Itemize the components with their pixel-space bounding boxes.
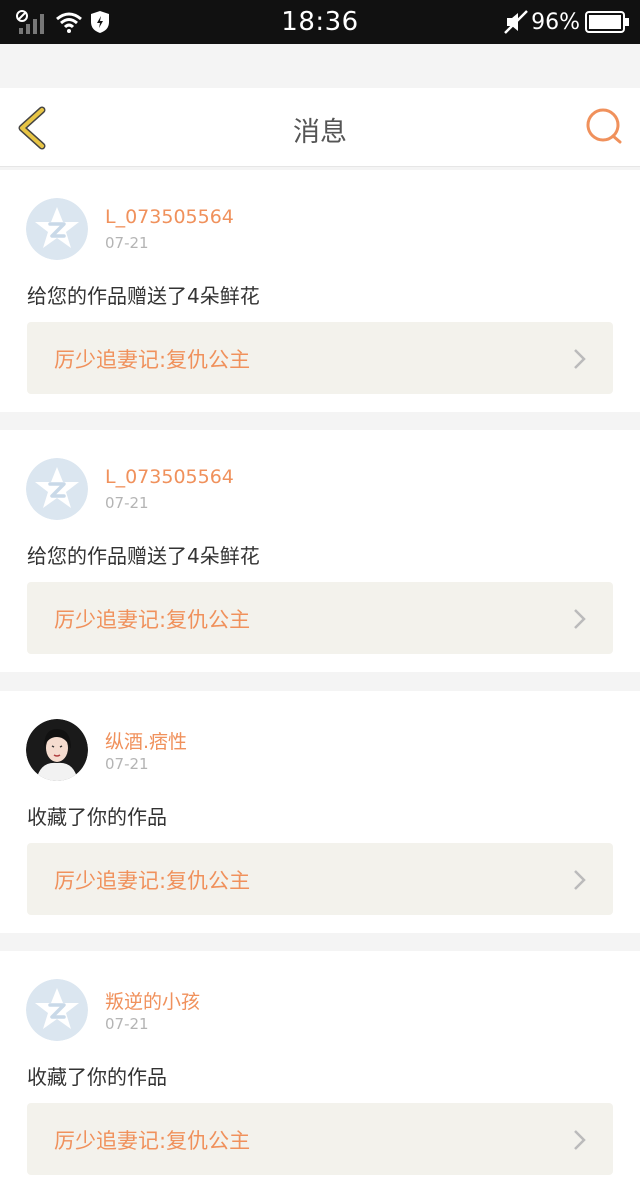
default-avatar-icon [26,458,88,520]
message-card: 纵酒.痞性 07-21 收藏了你的作品 厉少追妻记:复仇公主 [0,691,640,933]
work-title: 厉少追妻记:复仇公主 [54,348,251,372]
username[interactable]: 纵酒.痞性 [105,727,187,754]
work-link[interactable]: 厉少追妻记:复仇公主 [27,1103,613,1175]
mute-icon [504,10,528,34]
message-card: L_073505564 07-21 给您的作品赠送了4朵鲜花 厉少追妻记:复仇公… [0,430,640,672]
username[interactable]: L_073505564 [105,206,234,228]
chevron-right-icon [574,609,586,629]
username[interactable]: 叛逆的小孩 [105,987,200,1014]
battery-percentage: 96% [531,10,580,35]
work-link[interactable]: 厉少追妻记:复仇公主 [27,582,613,654]
message-text: 给您的作品赠送了4朵鲜花 [27,284,260,308]
search-icon[interactable] [584,106,624,146]
message-text: 给您的作品赠送了4朵鲜花 [27,544,260,568]
work-title: 厉少追妻记:复仇公主 [54,1129,251,1153]
message-text: 收藏了你的作品 [27,1065,167,1089]
work-title: 厉少追妻记:复仇公主 [54,608,251,632]
avatar[interactable] [26,458,88,520]
avatar[interactable] [26,719,88,781]
message-date: 07-21 [105,1015,149,1033]
work-title: 厉少追妻记:复仇公主 [54,869,251,893]
message-card: 叛逆的小孩 07-21 收藏了你的作品 厉少追妻记:复仇公主 [0,951,640,1193]
message-date: 07-21 [105,755,149,773]
chevron-right-icon [574,870,586,890]
message-card: L_073505564 07-21 给您的作品赠送了4朵鲜花 厉少追妻记:复仇公… [0,170,640,412]
status-bar: 18:36 96% [0,0,640,44]
avatar[interactable] [26,979,88,1041]
user-photo-avatar [26,719,88,781]
message-date: 07-21 [105,234,149,252]
message-date: 07-21 [105,494,149,512]
chevron-right-icon [574,349,586,369]
page-title: 消息 [293,117,347,148]
message-text: 收藏了你的作品 [27,805,167,829]
default-avatar-icon [26,198,88,260]
nav-bar: 消息 [0,88,640,167]
work-link[interactable]: 厉少追妻记:复仇公主 [27,843,613,915]
default-avatar-icon [26,979,88,1041]
avatar[interactable] [26,198,88,260]
chevron-right-icon [574,1130,586,1150]
username[interactable]: L_073505564 [105,466,234,488]
work-link[interactable]: 厉少追妻记:复仇公主 [27,322,613,394]
battery-icon [585,11,629,33]
